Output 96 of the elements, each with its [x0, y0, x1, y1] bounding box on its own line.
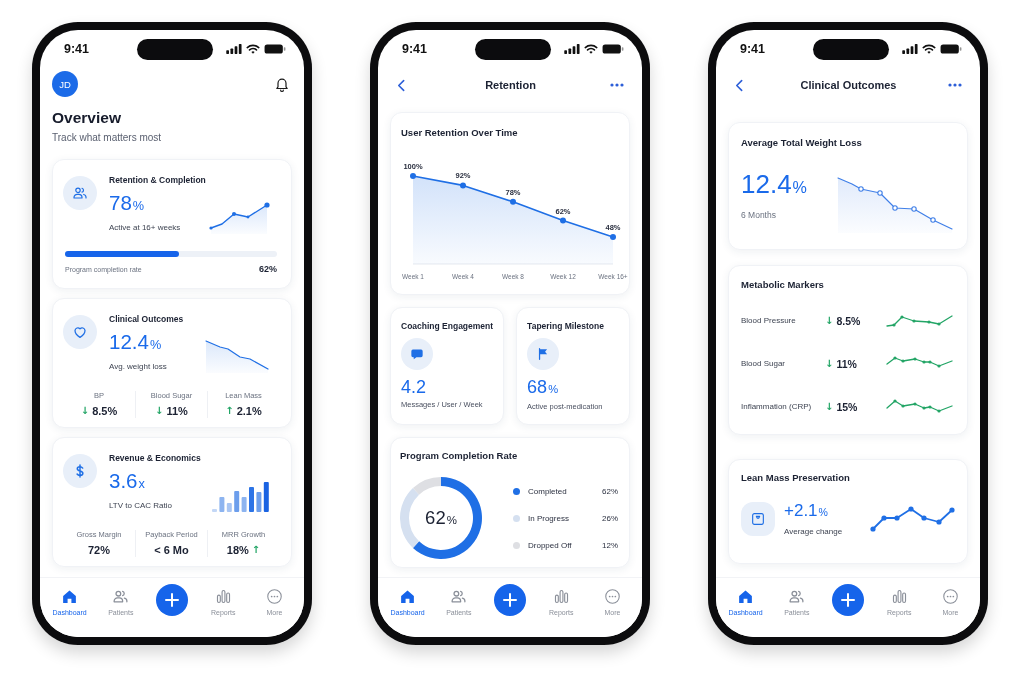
people-icon [112, 588, 130, 605]
battery-icon [602, 44, 624, 54]
metric-value: +2.1% [784, 500, 829, 522]
stat-value: < 6 Mo [154, 543, 189, 557]
home-icon [737, 588, 755, 605]
marker-label: Blood Sugar [741, 359, 787, 368]
home-icon [399, 588, 417, 605]
card-title: Tapering Milestone [527, 320, 604, 332]
metric-value: 12.4% [741, 169, 808, 201]
metric-value: 3.6x [109, 469, 146, 494]
legend-value: 12% [602, 540, 618, 550]
metric-value: 12.4% [109, 330, 163, 355]
scale-icon [741, 502, 775, 536]
signal-icon [564, 44, 580, 54]
card-title: Retention & Completion [109, 174, 207, 186]
sparkline [207, 200, 271, 234]
card-title: Revenue & Economics [109, 452, 202, 464]
marker-label: Blood Pressure [741, 316, 797, 325]
stat-value: 18% [226, 543, 249, 557]
more-icon[interactable] [610, 83, 624, 87]
dollar-icon [63, 454, 97, 488]
card-title: Lean Mass Preservation [741, 472, 851, 484]
trend-arrow: ↓ [80, 405, 90, 417]
metric-caption: Avg. weight loss [109, 361, 168, 373]
mini-bar-chart [211, 481, 271, 512]
page-subtitle: Track what matters most [52, 131, 163, 145]
metric-value: 68% [527, 376, 559, 399]
marker-value: 11% [836, 357, 857, 370]
screen-title: Clinical Outcomes [800, 79, 897, 91]
signal-icon [902, 44, 918, 54]
stat-value: 11% [166, 404, 188, 418]
stat-value: 8.5% [92, 404, 118, 418]
bar-chart-icon [890, 588, 908, 605]
people-icon [788, 588, 806, 605]
trend-arrow: ↑ [225, 405, 234, 417]
metric-caption: Active at 16+ weeks [109, 222, 182, 234]
people-icon [450, 588, 468, 605]
status-time: 9:41 [402, 42, 428, 56]
add-button[interactable] [832, 584, 864, 616]
bar-chart-icon [214, 588, 232, 605]
plus-icon [165, 593, 179, 607]
metric-value: 4.2 [401, 376, 427, 398]
card-title: Clinical Outcomes [109, 313, 185, 325]
chat-bubble-icon [401, 338, 433, 370]
legend-value: 62% [602, 486, 618, 496]
legend-value: 26% [602, 513, 618, 523]
page-title: Overview [52, 108, 122, 128]
card-title: Metabolic Markers [741, 279, 825, 291]
people-icon [63, 176, 97, 210]
card-title: Program Completion Rate [400, 450, 519, 462]
trend-arrow: ↓ [825, 314, 834, 327]
back-icon[interactable] [735, 78, 743, 92]
trend-arrow: ↑ [251, 544, 261, 556]
signal-icon [226, 44, 242, 54]
trend-arrow: ↓ [155, 405, 164, 417]
wifi-icon [922, 44, 936, 54]
metric-value: 78% [109, 191, 146, 216]
home-icon [61, 588, 79, 605]
battery-icon [940, 44, 962, 54]
metric-caption: 6 Months [741, 209, 777, 221]
marker-label: Inflammation (CRP) [741, 402, 813, 411]
metric-caption: LTV to CAC Ratio [109, 500, 173, 512]
screen-title: Retention [485, 79, 536, 91]
wifi-icon [584, 44, 598, 54]
sparkline [203, 337, 271, 373]
back-icon[interactable] [397, 78, 405, 92]
status-time: 9:41 [740, 42, 766, 56]
card-title: User Retention Over Time [401, 127, 519, 139]
progress-reading: 62% [259, 264, 277, 274]
wifi-icon [246, 44, 260, 54]
plus-icon [503, 593, 517, 607]
status-time: 9:41 [64, 42, 90, 56]
more-icon[interactable] [948, 83, 962, 87]
add-button[interactable] [494, 584, 526, 616]
avatar[interactable]: JD [52, 71, 78, 97]
more-icon [941, 588, 959, 605]
more-icon [265, 588, 283, 605]
legend-label: Dropped Off [528, 540, 572, 550]
trend-arrow: ↓ [825, 357, 834, 370]
bar-chart-icon [552, 588, 570, 605]
add-button[interactable] [156, 584, 188, 616]
more-icon [603, 588, 621, 605]
legend-label: Completed [528, 486, 567, 496]
flag-icon [527, 338, 560, 370]
metric-value: 62% [425, 507, 457, 529]
plus-icon [841, 593, 855, 607]
legend-label: In Progress [528, 513, 569, 523]
marker-value: 8.5% [836, 314, 861, 327]
stat-value: 72% [88, 543, 110, 557]
marker-value: 15% [836, 400, 858, 413]
metric-caption: Average change [784, 526, 843, 538]
card-title: Average Total Weight Loss [741, 137, 863, 149]
battery-icon [264, 44, 286, 54]
card-title: Coaching Engagement [401, 320, 494, 332]
trend-arrow: ↓ [825, 400, 834, 413]
stat-value: 2.1% [236, 404, 262, 418]
